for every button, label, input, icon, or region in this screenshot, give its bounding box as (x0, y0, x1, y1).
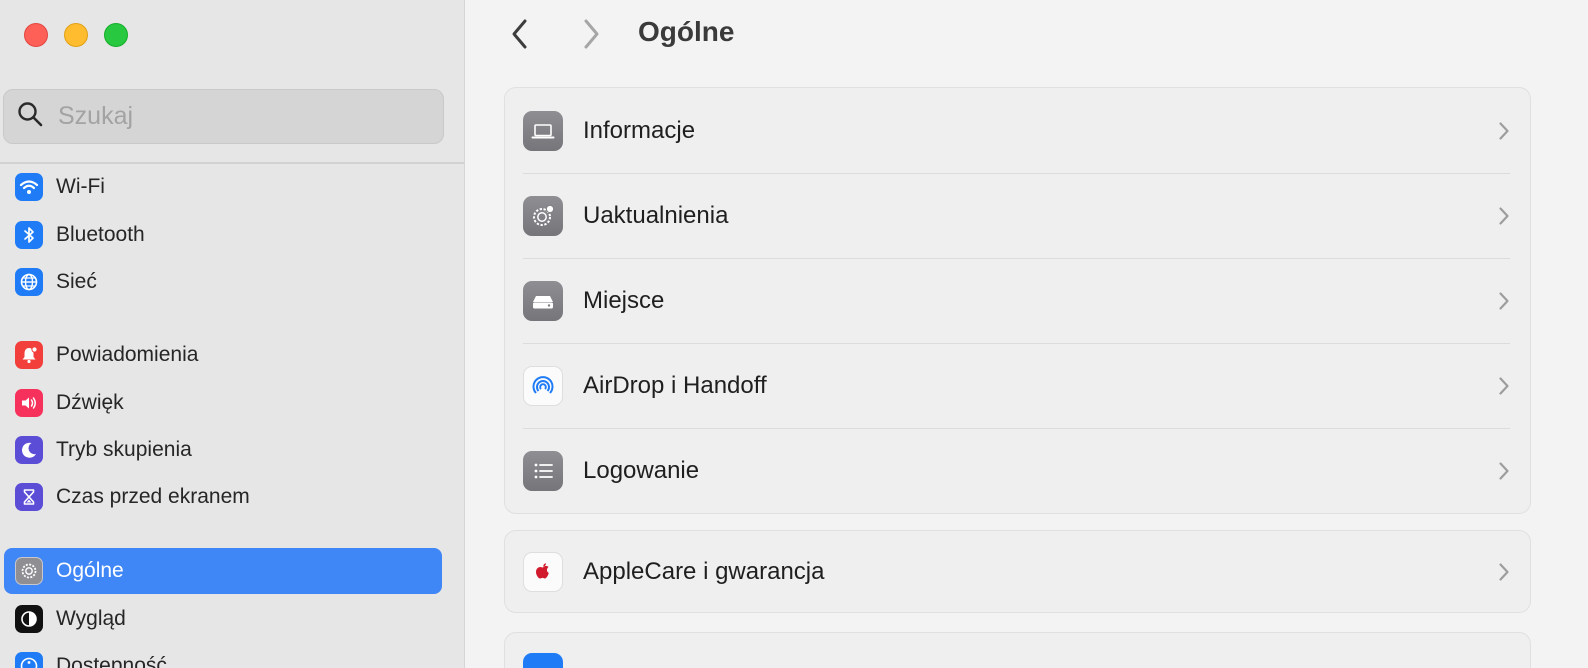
sidebar-item-network[interactable]: Sieć (4, 259, 442, 305)
row-airdrop-handoff[interactable]: AirDrop i Handoff (505, 343, 1530, 428)
search-icon (16, 100, 44, 133)
chevron-right-icon (1494, 459, 1514, 483)
search-field[interactable] (3, 89, 444, 144)
row-storage[interactable]: Miejsce (505, 258, 1530, 343)
bluetooth-icon (15, 221, 43, 249)
sidebar-item-label: Ogólne (56, 559, 124, 582)
settings-group-next (504, 632, 1531, 668)
row-label: Uaktualnienia (583, 201, 729, 229)
airdrop-icon (523, 365, 563, 406)
chevron-right-icon (580, 18, 602, 55)
accessibility-icon (15, 652, 43, 668)
sidebar-item-notifications[interactable]: Powiadomienia (4, 332, 442, 378)
main-pane: Ogólne Informacje Uaktualnienia Miejsce … (465, 0, 1588, 668)
sidebar-item-accessibility[interactable]: Dostępność (4, 643, 442, 668)
wifi-icon (15, 173, 43, 201)
sidebar-item-label: Powiadomienia (56, 343, 199, 366)
settings-group-applecare: AppleCare i gwarancja (504, 530, 1531, 613)
software-update-gear-icon (523, 195, 563, 236)
row-label: Miejsce (583, 286, 665, 314)
settings-icon (523, 653, 563, 668)
chevron-right-icon (1494, 560, 1514, 584)
chevron-right-icon (1494, 119, 1514, 143)
sidebar-item-label: Wi-Fi (56, 175, 105, 198)
sidebar: Wi-Fi Bluetooth Sieć Powiadomienia (0, 0, 465, 668)
sidebar-item-label: Dźwięk (56, 391, 124, 414)
bell-icon (15, 341, 43, 369)
row-label: Logowanie (583, 456, 700, 484)
sidebar-item-label: Bluetooth (56, 223, 145, 246)
globe-icon (15, 268, 43, 296)
sidebar-item-label: Czas przed ekranem (56, 485, 250, 508)
chevron-right-icon (1494, 289, 1514, 313)
sidebar-item-label: Dostępność (56, 654, 167, 668)
zoom-window-button[interactable] (104, 23, 128, 47)
settings-group-general: Informacje Uaktualnienia Miejsce AirDrop… (504, 87, 1531, 514)
minimize-window-button[interactable] (64, 23, 88, 47)
chevron-right-icon (1494, 204, 1514, 228)
sidebar-item-sound[interactable]: Dźwięk (4, 380, 442, 426)
row-label: AirDrop i Handoff (583, 371, 767, 399)
row-login-items[interactable]: Logowanie (505, 428, 1530, 513)
forward-button[interactable] (576, 18, 606, 55)
gear-icon (15, 557, 43, 585)
sidebar-item-appearance[interactable]: Wygląd (4, 596, 442, 642)
back-button[interactable] (505, 18, 535, 55)
speaker-icon (15, 389, 43, 417)
sidebar-item-label: Wygląd (56, 607, 126, 630)
row-about[interactable]: Informacje (505, 88, 1530, 173)
hourglass-icon (15, 483, 43, 511)
row-label: Informacje (583, 116, 696, 144)
chevron-left-icon (509, 18, 531, 55)
sidebar-item-screen-time[interactable]: Czas przed ekranem (4, 474, 442, 520)
row-applecare-warranty[interactable]: AppleCare i gwarancja (505, 531, 1530, 612)
sidebar-item-label: Tryb skupienia (56, 438, 192, 461)
appearance-icon (15, 605, 43, 633)
sidebar-item-focus[interactable]: Tryb skupienia (4, 427, 442, 473)
settings-window: Wi-Fi Bluetooth Sieć Powiadomienia (0, 0, 1588, 668)
sidebar-item-bluetooth[interactable]: Bluetooth (4, 212, 442, 258)
row-label: AppleCare i gwarancja (583, 557, 825, 585)
search-input[interactable] (56, 101, 416, 132)
moon-icon (15, 436, 43, 464)
close-window-button[interactable] (24, 23, 48, 47)
sidebar-item-general[interactable]: Ogólne (4, 548, 442, 594)
row-software-update[interactable]: Uaktualnienia (505, 173, 1530, 258)
chevron-right-icon (1494, 374, 1514, 398)
window-controls (24, 23, 128, 47)
page-title: Ogólne (638, 16, 735, 47)
storage-drive-icon (523, 280, 563, 321)
sidebar-item-label: Sieć (56, 270, 97, 293)
row-partial[interactable] (505, 633, 1530, 668)
apple-logo-icon (523, 551, 563, 592)
list-icon (523, 450, 563, 491)
laptop-icon (523, 110, 563, 151)
sidebar-item-wifi[interactable]: Wi-Fi (4, 164, 442, 210)
